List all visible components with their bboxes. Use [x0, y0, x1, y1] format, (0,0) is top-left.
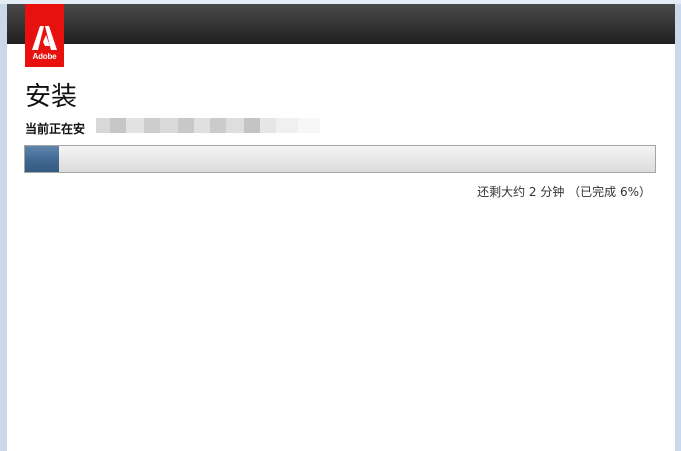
page-title: 安装: [25, 82, 78, 112]
installer-window: [0, 0, 681, 451]
adobe-logo: Adobe: [25, 4, 64, 67]
adobe-logo-text: Adobe: [32, 52, 57, 61]
adobe-logo-icon: [32, 26, 57, 50]
install-status-label: 当前正在安: [25, 122, 86, 136]
header-bar: [7, 4, 675, 44]
progress-bar-fill: [25, 146, 59, 172]
progress-status-text: 还剩大约 2 分钟 （已完成 6%）: [477, 185, 651, 199]
blurred-filename: [96, 117, 320, 134]
progress-bar: [24, 145, 656, 173]
